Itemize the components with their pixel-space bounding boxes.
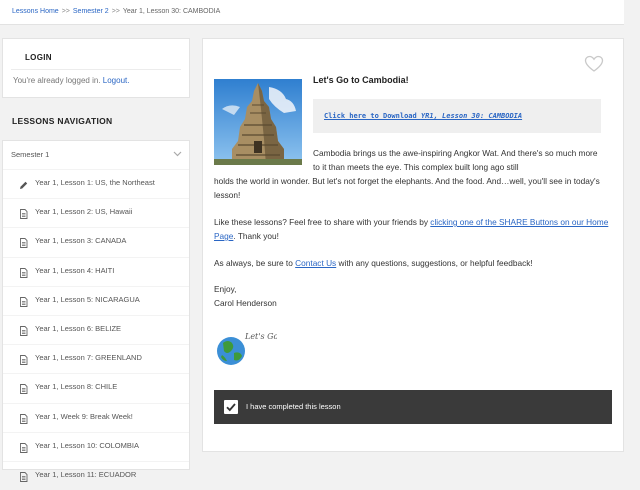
intro-paragraph-line1: Cambodia brings us the awe-inspiring Ang… [313, 148, 598, 172]
share-text: Like these lessons? Feel free to share w… [214, 217, 431, 227]
breadcrumb-current: Year 1, Lesson 30: CAMBODIA [122, 8, 221, 15]
complete-label: I have completed this lesson [246, 402, 341, 411]
document-icon [19, 235, 28, 249]
divider [11, 69, 181, 70]
lesson-label: Year 1, Lesson 3: CANADA [35, 236, 127, 246]
lessons-navigation: Semester 1 Year 1, Lesson 1: US, the Nor… [2, 140, 190, 482]
breadcrumb-semester-link[interactable]: Semester 2 [73, 8, 109, 15]
semester-toggle[interactable]: Semester 1 [11, 150, 49, 159]
angkor-wat-image [214, 79, 302, 165]
lesson-item[interactable]: Year 1, Lesson 8: CHILE [3, 373, 189, 402]
checkmark-icon [226, 403, 236, 412]
lesson-label: Year 1, Lesson 6: BELIZE [35, 323, 122, 333]
contact-text: As always, be sure to [214, 258, 296, 268]
lesson-item[interactable]: Year 1, Week 9: Break Week! [3, 402, 189, 432]
lesson-label: Year 1, Week 9: Break Week! [35, 411, 133, 421]
lesson-label: Year 1, Lesson 4: HAITI [35, 265, 115, 275]
closing-text: Enjoy, [214, 284, 237, 294]
lesson-item[interactable]: Year 1, Lesson 11: ECUADOR [3, 460, 189, 490]
lesson-label: Year 1, Lesson 10: COLOMBIA [35, 440, 139, 450]
document-icon [19, 265, 28, 278]
login-title: LOGIN [25, 53, 52, 62]
lesson-item[interactable]: Year 1, Lesson 3: CANADA [3, 227, 189, 256]
lesson-item[interactable]: Year 1, Lesson 2: US, Hawaii [3, 198, 189, 227]
lesson-item[interactable]: Year 1, Lesson 5: NICARAGUA [3, 285, 189, 315]
lesson-item[interactable]: Year 1, Lesson 6: BELIZE [3, 314, 189, 344]
signature-block: Enjoy, Carol Henderson [214, 282, 514, 310]
document-icon [19, 352, 28, 366]
download-link[interactable]: Click here to Download YR1, Lesson 30: C… [324, 112, 522, 120]
breadcrumb-home-link[interactable]: Lessons Home [12, 8, 59, 15]
lesson-label: Year 1, Lesson 2: US, Hawaii [35, 207, 133, 217]
document-icon [19, 469, 28, 482]
lesson-item[interactable]: Year 1, Lesson 7: GREENLAND [3, 344, 189, 373]
breadcrumb-separator: >> [111, 8, 120, 15]
login-widget: LOGIN You're already logged in. Logout. [2, 38, 190, 98]
heart-icon[interactable] [584, 55, 604, 73]
signature-name: Carol Henderson [214, 298, 277, 308]
login-status-text: You're already logged in. [13, 76, 101, 85]
chevron-down-icon[interactable] [173, 149, 182, 159]
intro-paragraph-line2: holds the world in wonder. But let's not… [214, 176, 600, 200]
lesson-complete-bar[interactable]: I have completed this lesson [214, 390, 612, 424]
lesson-list: Year 1, Lesson 1: US, the Northeast Year… [3, 169, 189, 490]
complete-checkbox[interactable] [224, 400, 238, 414]
document-icon [19, 381, 28, 395]
contact-text-end: with any questions, suggestions, or help… [336, 258, 533, 268]
lesson-label: Year 1, Lesson 11: ECUADOR [35, 469, 137, 479]
contact-us-link[interactable]: Contact Us [295, 258, 336, 268]
lesson-item[interactable]: Year 1, Lesson 4: HAITI [3, 256, 189, 286]
logo-text: Let's Go [244, 332, 277, 341]
document-icon [19, 411, 28, 424]
download-link-emphasis: YR1, Lesson 30: CAMBODIA [420, 112, 523, 120]
lesson-item[interactable]: Year 1, Lesson 10: COLOMBIA [3, 431, 189, 461]
lesson-item[interactable]: Year 1, Lesson 1: US, the Northeast [3, 169, 189, 198]
download-box: Click here to Download YR1, Lesson 30: C… [313, 99, 601, 133]
breadcrumb-bar: Lessons Home >> Semester 2 >> Year 1, Lesson… [0, 0, 624, 25]
document-icon [19, 294, 28, 307]
lesson-label: Year 1, Lesson 5: NICARAGUA [35, 294, 140, 304]
lesson-label: Year 1, Lesson 1: US, the Northeast [35, 178, 155, 187]
lesson-title: Let's Go to Cambodia! [313, 75, 409, 85]
share-paragraph: Like these lessons? Feel free to share w… [214, 215, 614, 243]
breadcrumb-separator: >> [61, 8, 70, 15]
contact-paragraph: As always, be sure to Contact Us with an… [214, 256, 614, 270]
logout-link[interactable]: Logout. [103, 76, 130, 85]
download-link-prefix: Click here to Download [324, 112, 421, 120]
lessons-navigation-title: LESSONS NAVIGATION [12, 116, 113, 126]
lesson-content: Let's Go to Cambodia! Click here to Down… [202, 38, 624, 452]
lesson-label: Year 1, Lesson 8: CHILE [35, 382, 118, 392]
breadcrumb: Lessons Home >> Semester 2 >> Year 1, Lesson… [12, 8, 220, 15]
page-scrollbar[interactable] [630, 24, 640, 462]
lets-go-globe-logo: Let's Go [215, 329, 279, 367]
pencil-icon [19, 177, 28, 189]
document-icon [19, 440, 28, 453]
document-icon [19, 206, 28, 220]
lesson-label: Year 1, Lesson 7: GREENLAND [35, 353, 142, 363]
share-text-end: . Thank you! [233, 231, 279, 241]
login-status: You're already logged in. Logout. [13, 76, 129, 85]
document-icon [19, 323, 28, 336]
